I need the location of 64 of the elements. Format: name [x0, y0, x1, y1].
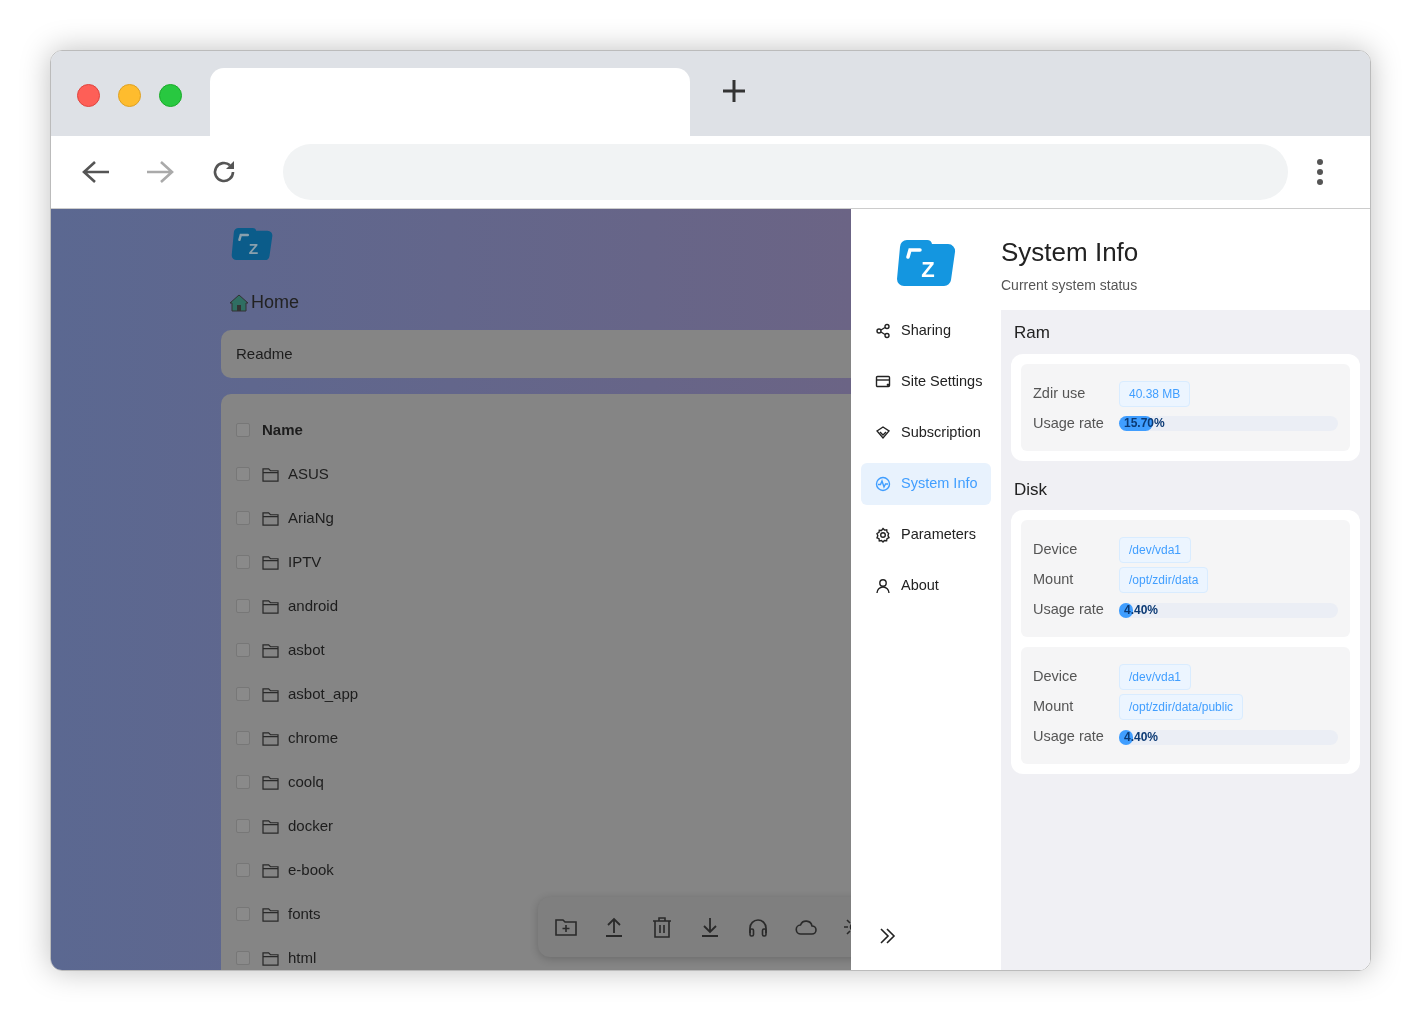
value-tag: /opt/zdir/data/public	[1119, 694, 1244, 720]
file-name[interactable]: android	[288, 594, 339, 618]
browser-tab[interactable]	[210, 68, 690, 136]
value-tag: /opt/zdir/data	[1119, 567, 1209, 593]
folder-icon	[262, 950, 279, 966]
folder-icon	[262, 774, 279, 790]
field-label: Device	[1033, 667, 1079, 687]
settings-icon	[875, 527, 891, 543]
file-name[interactable]: coolq	[288, 770, 324, 794]
home-icon	[229, 292, 249, 313]
file-name[interactable]: IPTV	[288, 550, 322, 574]
sidebar-item[interactable]: Site Settings	[861, 361, 991, 403]
value-tag: /dev/vda1	[1119, 537, 1192, 563]
file-name[interactable]: asbot_app	[288, 682, 359, 706]
close-window-button[interactable]	[77, 84, 100, 107]
logo: Z	[896, 239, 956, 287]
page-title: System Info	[1001, 236, 1140, 269]
folder-icon	[262, 686, 279, 702]
field-label: Usage rate	[1033, 600, 1105, 620]
folder-icon	[262, 818, 279, 834]
readme-bar[interactable]: Readme	[221, 330, 851, 378]
maximize-window-button[interactable]	[159, 84, 182, 107]
field-label: Usage rate	[1033, 413, 1105, 433]
sidebar-item[interactable]: Sharing	[861, 310, 991, 352]
folder-icon	[262, 466, 279, 482]
folder-icon	[262, 598, 279, 614]
field-label: Mount	[1033, 570, 1075, 590]
browser-window-icon	[875, 374, 891, 390]
trash-icon[interactable]	[650, 915, 674, 939]
user-icon	[875, 578, 891, 594]
file-name[interactable]: fonts	[288, 902, 321, 926]
sidebar-item[interactable]: System Info	[861, 463, 991, 505]
file-name[interactable]: e-book	[288, 858, 334, 882]
logo: Z	[231, 227, 273, 261]
pulse-icon	[875, 476, 891, 492]
value-tag: 40.38 MB	[1119, 380, 1191, 407]
share-icon	[875, 323, 891, 339]
folder-icon	[262, 906, 279, 922]
page-subtitle: Current system status	[1001, 276, 1139, 295]
field-label: Usage rate	[1033, 727, 1105, 747]
field-label: Device	[1033, 540, 1079, 560]
file-name[interactable]: chrome	[288, 726, 339, 750]
sidebar-item[interactable]: Subscription	[861, 412, 991, 454]
file-name[interactable]: AriaNg	[288, 506, 334, 530]
section-title: Disk	[1014, 478, 1049, 501]
diamond-icon	[875, 425, 891, 441]
file-name[interactable]: html	[288, 946, 317, 970]
file-name[interactable]: asbot	[288, 638, 325, 662]
folder-icon	[262, 642, 279, 658]
folder-icon	[262, 510, 279, 526]
breadcrumb-link[interactable]: Home	[251, 289, 299, 316]
sidebar-item[interactable]: About	[861, 565, 991, 607]
section-title: Ram	[1014, 322, 1051, 344]
folder-icon	[262, 554, 279, 570]
file-name[interactable]: docker	[288, 814, 334, 838]
folder-icon	[262, 862, 279, 878]
value-tag: /dev/vda1	[1119, 664, 1192, 690]
field-label: Zdir use	[1033, 383, 1087, 403]
minimize-window-button[interactable]	[118, 84, 141, 107]
sidebar-item[interactable]: Parameters	[861, 514, 991, 556]
folder-icon	[262, 730, 279, 746]
column-header: Name	[262, 419, 303, 440]
field-label: Mount	[1033, 697, 1075, 717]
file-name[interactable]: ASUS	[288, 462, 329, 486]
